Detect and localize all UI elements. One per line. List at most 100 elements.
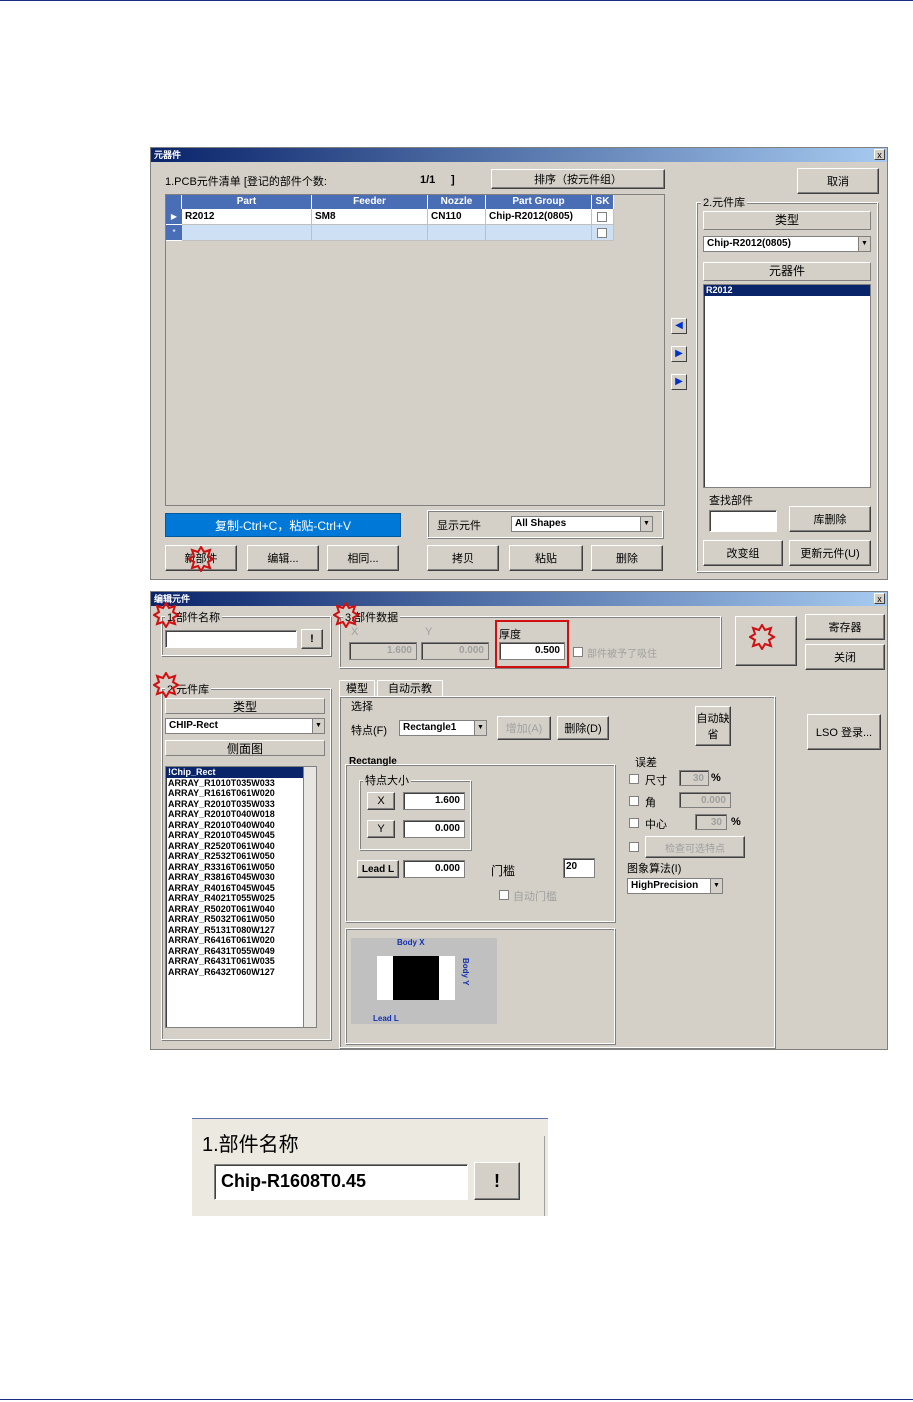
list-item[interactable]: ARRAY_R5032T061W050 bbox=[166, 914, 316, 925]
library-delete-button[interactable]: 库删除 bbox=[789, 506, 871, 532]
delete-feature-button[interactable]: 删除(D) bbox=[557, 716, 609, 740]
edit-button[interactable]: 编辑... bbox=[247, 545, 319, 571]
paste-button[interactable]: 粘贴 bbox=[509, 545, 583, 571]
new-cell-nozzle[interactable] bbox=[428, 225, 486, 241]
copy-button[interactable]: 拷贝 bbox=[427, 545, 499, 571]
arrow-right-icon[interactable]: ▶ bbox=[671, 346, 687, 362]
type-select-2[interactable]: CHIP-Rect ▼ bbox=[165, 718, 325, 734]
chevron-down-icon[interactable]: ▼ bbox=[312, 719, 324, 733]
cell-feeder[interactable]: SM8 bbox=[312, 209, 428, 225]
angle-checkbox[interactable] bbox=[629, 796, 639, 806]
list-item[interactable]: ARRAY_R2010T045W045 bbox=[166, 830, 316, 841]
copy-paste-hint: 复制-Ctrl+C，粘贴-Ctrl+V bbox=[165, 513, 401, 537]
zoom-part-name-input[interactable]: Chip-R1608T0.45 bbox=[214, 1164, 468, 1200]
list-item[interactable]: R2012 bbox=[704, 285, 870, 296]
chevron-down-icon[interactable]: ▼ bbox=[474, 721, 486, 735]
chip-center bbox=[393, 956, 439, 1000]
close-icon[interactable]: x bbox=[874, 593, 885, 604]
chevron-down-icon[interactable]: ▼ bbox=[640, 517, 652, 531]
chevron-down-icon[interactable]: ▼ bbox=[858, 237, 870, 251]
list-item[interactable]: ARRAY_R6416T061W020 bbox=[166, 935, 316, 946]
auto-threshold-checkbox bbox=[499, 890, 509, 900]
library-list[interactable]: !Chip_Rect ARRAY_R1010T035W033 ARRAY_R16… bbox=[165, 766, 317, 1028]
annotation-star-icon bbox=[749, 624, 775, 650]
lso-register-button[interactable]: LSO 登录... bbox=[807, 714, 881, 750]
list-item[interactable]: ARRAY_R4016T045W045 bbox=[166, 883, 316, 894]
new-sk-checkbox[interactable] bbox=[597, 228, 607, 238]
algo-select[interactable]: HighPrecision ▼ bbox=[627, 878, 723, 894]
fy-label: Y bbox=[367, 820, 395, 838]
close-icon[interactable]: x bbox=[874, 149, 885, 160]
update-part-button[interactable]: 更新元件(U) bbox=[789, 540, 871, 566]
list-item[interactable]: ARRAY_R5131T080W127 bbox=[166, 925, 316, 936]
col-part-group: Part Group bbox=[486, 195, 592, 209]
delete-button[interactable]: 删除 bbox=[591, 545, 663, 571]
find-part-input[interactable] bbox=[709, 510, 777, 532]
list-item[interactable]: ARRAY_R2532T061W050 bbox=[166, 851, 316, 862]
list-item[interactable]: ARRAY_R2520T061W040 bbox=[166, 841, 316, 852]
add-feature-button[interactable]: 增加(A) bbox=[497, 716, 551, 740]
row-selector-icon[interactable]: ▶ bbox=[166, 209, 182, 225]
list-item[interactable]: !Chip_Rect bbox=[166, 767, 316, 778]
list-item[interactable]: ARRAY_R1616T061W020 bbox=[166, 788, 316, 799]
y-field: 0.000 bbox=[421, 642, 489, 660]
list-scrollbar[interactable] bbox=[303, 767, 316, 1027]
size-checkbox[interactable] bbox=[629, 774, 639, 784]
feature-size-label: 特点大小 bbox=[363, 772, 411, 788]
tab-model[interactable]: 模型 bbox=[339, 680, 375, 696]
type-select[interactable]: Chip-R2012(0805) ▼ bbox=[703, 236, 871, 252]
pcb-count: 1/1 bbox=[420, 174, 436, 186]
list-item[interactable]: ARRAY_R4021T055W025 bbox=[166, 893, 316, 904]
new-cell-feeder[interactable] bbox=[312, 225, 428, 241]
fx-field[interactable]: 1.600 bbox=[403, 792, 465, 810]
new-cell-sk bbox=[592, 225, 614, 241]
cell-part[interactable]: R2012 bbox=[182, 209, 312, 225]
threshold-spinner[interactable]: 20 bbox=[563, 858, 595, 878]
show-parts-select[interactable]: All Shapes ▼ bbox=[511, 516, 653, 532]
part-name-input[interactable] bbox=[165, 630, 297, 648]
feature-select[interactable]: Rectangle1 ▼ bbox=[399, 720, 487, 736]
list-item[interactable]: ARRAY_R5020T061W040 bbox=[166, 904, 316, 915]
register-button[interactable]: 寄存器 bbox=[805, 614, 885, 640]
part-preview: Body X Body Y Lead L bbox=[351, 938, 497, 1024]
cell-nozzle[interactable]: CN110 bbox=[428, 209, 486, 225]
tab-auto-teach[interactable]: 自动示教 bbox=[377, 680, 443, 696]
list-item[interactable]: ARRAY_R1010T035W033 bbox=[166, 778, 316, 789]
list-item[interactable]: ARRAY_R2010T040W040 bbox=[166, 820, 316, 831]
list-item[interactable]: ARRAY_R6431T055W049 bbox=[166, 946, 316, 957]
list-item[interactable]: ARRAY_R2010T040W018 bbox=[166, 809, 316, 820]
new-cell-group[interactable] bbox=[486, 225, 592, 241]
fy-field[interactable]: 0.000 bbox=[403, 820, 465, 838]
cell-part-group[interactable]: Chip-R2012(0805) bbox=[486, 209, 592, 225]
sk-checkbox[interactable] bbox=[597, 212, 607, 222]
zoom-title: 1.部件名称 bbox=[202, 1134, 299, 1156]
new-cell-part[interactable] bbox=[182, 225, 312, 241]
library-part-list[interactable]: R2012 bbox=[703, 284, 871, 488]
list-item[interactable]: ARRAY_R3316T061W050 bbox=[166, 862, 316, 873]
list-item[interactable]: ARRAY_R2010T035W033 bbox=[166, 799, 316, 810]
center-checkbox[interactable] bbox=[629, 818, 639, 828]
zoom-apply-button[interactable]: ! bbox=[474, 1162, 520, 1200]
part-name-apply-button[interactable]: ! bbox=[301, 629, 323, 649]
new-row-icon[interactable]: * bbox=[166, 225, 182, 241]
auto-default-button[interactable]: 自动缺省 bbox=[695, 706, 731, 746]
lead-field[interactable]: 0.000 bbox=[403, 860, 465, 878]
arrow-right-all-icon[interactable]: ▶ bbox=[671, 374, 687, 390]
change-group-button[interactable]: 改变组 bbox=[703, 540, 783, 566]
close-button[interactable]: 关闭 bbox=[805, 644, 885, 670]
arrow-left-icon[interactable]: ◀ bbox=[671, 318, 687, 334]
list-item[interactable]: ARRAY_R3816T045W030 bbox=[166, 872, 316, 883]
type-header-2: 类型 bbox=[165, 698, 325, 714]
same-button[interactable]: 相同... bbox=[327, 545, 399, 571]
top-rule bbox=[0, 0, 913, 1]
cell-sk bbox=[592, 209, 614, 225]
chevron-down-icon[interactable]: ▼ bbox=[710, 879, 722, 893]
pcb-parts-table[interactable]: Part Feeder Nozzle Part Group SK ▶ R2012… bbox=[165, 194, 665, 506]
cancel-button[interactable]: 取消 bbox=[797, 168, 879, 194]
size-percent: % bbox=[711, 772, 721, 784]
type-select-value: Chip-R2012(0805) bbox=[707, 238, 791, 249]
list-item[interactable]: ARRAY_R6432T060W127 bbox=[166, 967, 316, 978]
sort-button[interactable]: 排序（按元件组） bbox=[491, 169, 665, 189]
size-field: 30 bbox=[679, 770, 709, 786]
list-item[interactable]: ARRAY_R6431T061W035 bbox=[166, 956, 316, 967]
